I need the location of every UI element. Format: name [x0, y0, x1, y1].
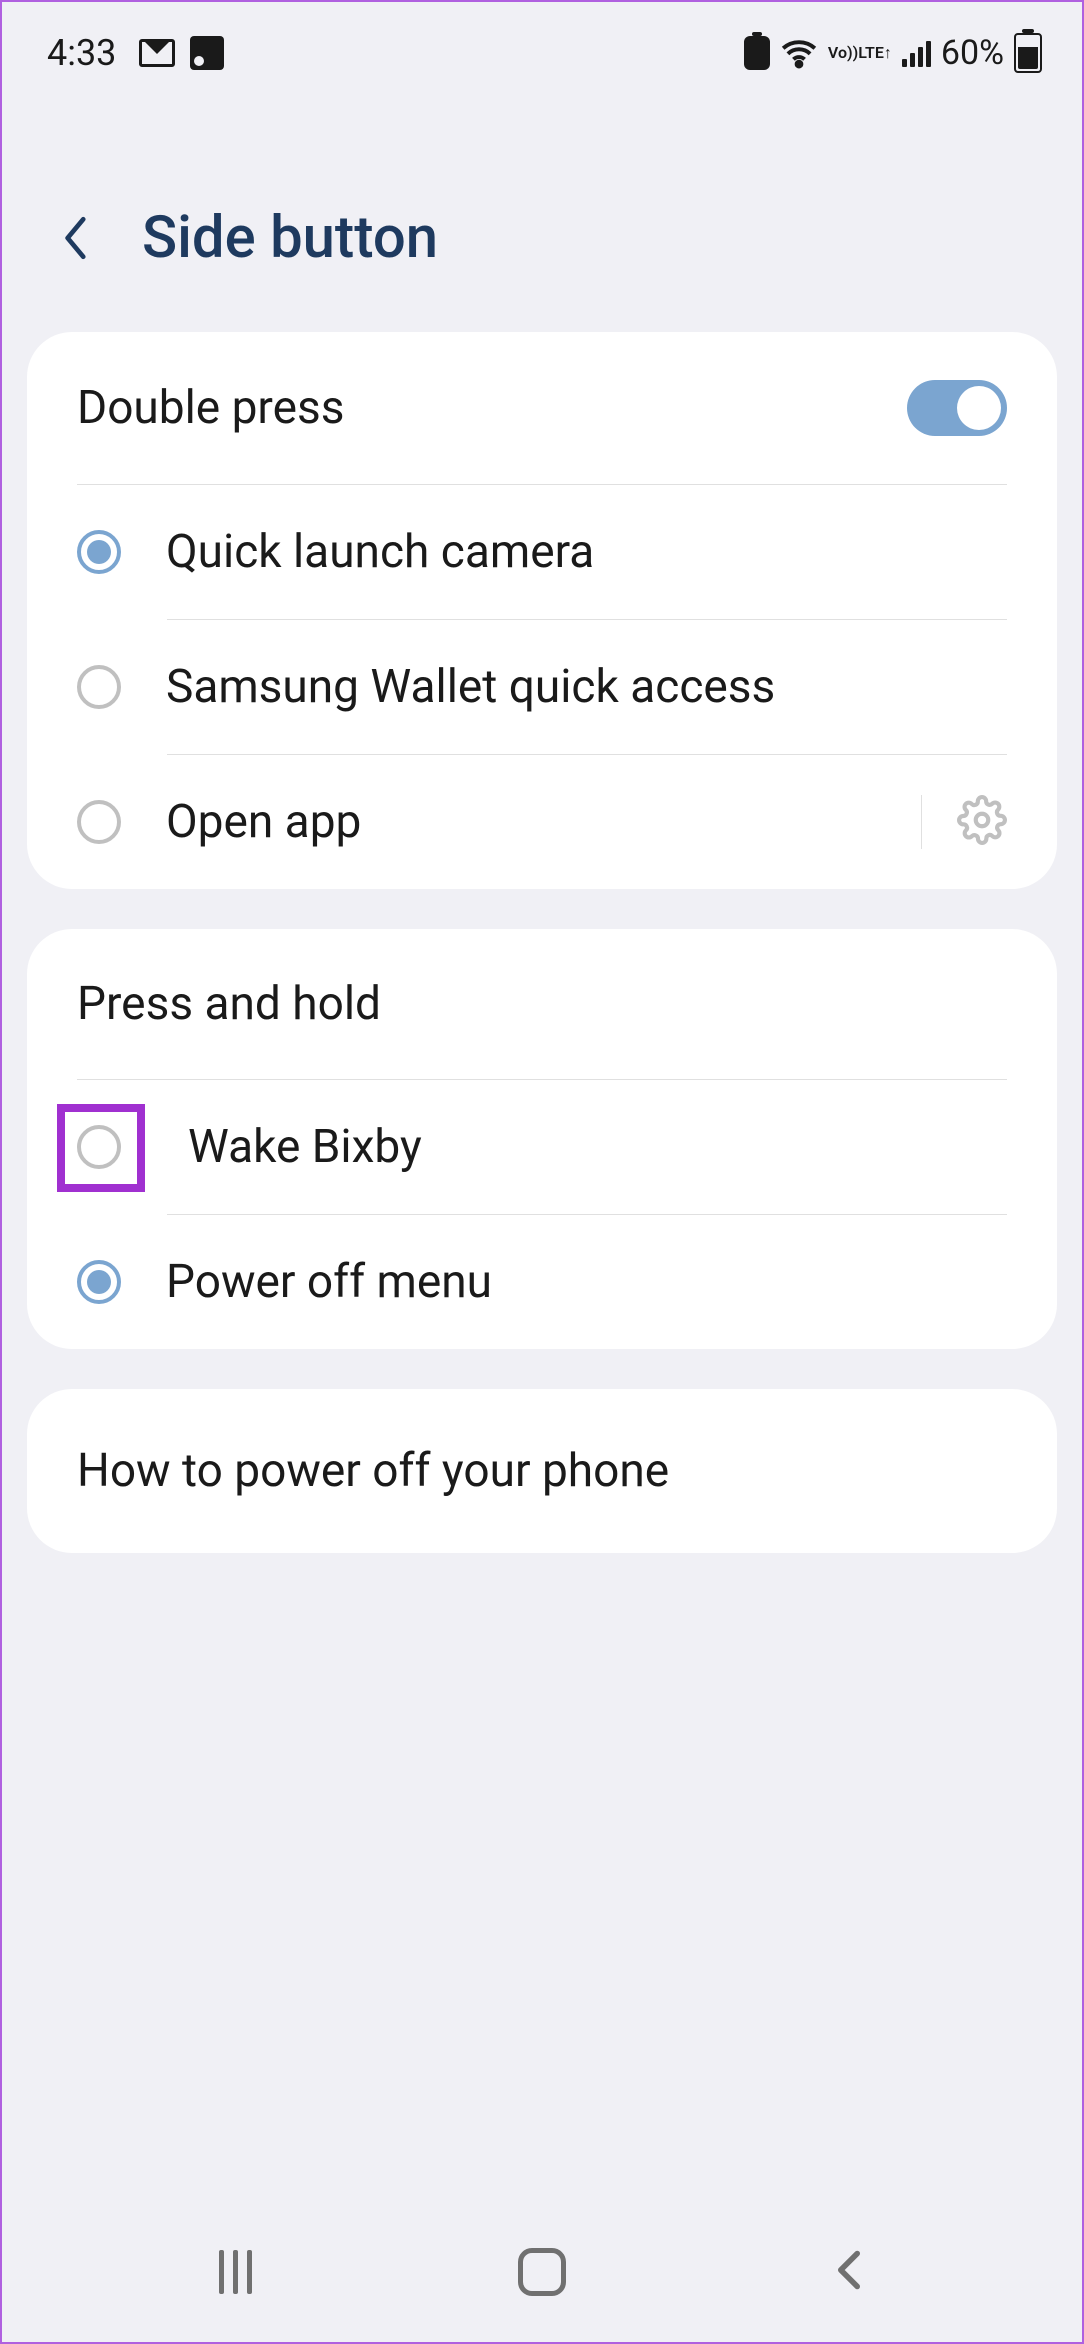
page-title: Side button — [142, 204, 438, 272]
signal-icon — [902, 39, 931, 67]
radio-icon — [77, 530, 121, 574]
radio-label: Power off menu — [166, 1255, 1007, 1309]
status-right: Vo))LTE↑ 60% — [744, 33, 1042, 73]
double-press-toggle[interactable] — [907, 380, 1007, 436]
radio-label: Samsung Wallet quick access — [166, 660, 1007, 714]
battery-icon — [1014, 33, 1042, 73]
option-power-off-menu[interactable]: Power off menu — [27, 1215, 1057, 1349]
radio-icon — [77, 1260, 121, 1304]
option-quick-launch-camera[interactable]: Quick launch camera — [27, 485, 1057, 619]
help-card[interactable]: How to power off your phone — [27, 1389, 1057, 1553]
press-hold-card: Press and hold Wake Bixby Power off menu — [27, 929, 1057, 1349]
toggle-knob — [957, 386, 1001, 430]
nav-back-button[interactable] — [809, 2232, 889, 2312]
home-icon — [518, 2248, 566, 2296]
option-samsung-wallet[interactable]: Samsung Wallet quick access — [27, 620, 1057, 754]
radio-icon — [77, 1125, 121, 1169]
status-left: 4:33 — [47, 32, 224, 74]
gallery-icon — [190, 36, 224, 70]
back-icon — [831, 2248, 867, 2296]
help-label: How to power off your phone — [77, 1444, 669, 1498]
back-button[interactable] — [52, 213, 102, 263]
page-header: Side button — [2, 104, 1082, 332]
double-press-card: Double press Quick launch camera Samsung… — [27, 332, 1057, 889]
navigation-bar — [2, 2202, 1082, 2342]
how-to-power-off-row: How to power off your phone — [27, 1389, 1057, 1553]
battery-saver-icon — [744, 36, 770, 70]
press-hold-header: Press and hold — [27, 929, 1057, 1079]
double-press-header[interactable]: Double press — [27, 332, 1057, 484]
radio-label: Quick launch camera — [166, 525, 1007, 579]
gear-icon — [957, 795, 1007, 849]
press-hold-title: Press and hold — [77, 977, 381, 1031]
nav-recents-button[interactable] — [195, 2232, 275, 2312]
double-press-title: Double press — [77, 381, 344, 435]
gmail-icon — [139, 39, 175, 67]
volte-icon: Vo))LTE↑ — [828, 46, 892, 60]
radio-label: Wake Bixby — [188, 1120, 1007, 1174]
radio-icon — [77, 665, 121, 709]
status-time: 4:33 — [47, 32, 116, 74]
status-bar: 4:33 Vo))LTE↑ 60% — [2, 2, 1082, 104]
option-wake-bixby[interactable]: Wake Bixby — [27, 1080, 1057, 1214]
wifi-icon — [780, 34, 818, 72]
recents-icon — [219, 2250, 252, 2294]
open-app-settings-button[interactable] — [921, 795, 1007, 849]
radio-label: Open app — [166, 795, 876, 849]
battery-percentage: 60% — [941, 33, 1004, 73]
radio-icon — [77, 800, 121, 844]
nav-home-button[interactable] — [502, 2232, 582, 2312]
option-open-app[interactable]: Open app — [27, 755, 1057, 889]
